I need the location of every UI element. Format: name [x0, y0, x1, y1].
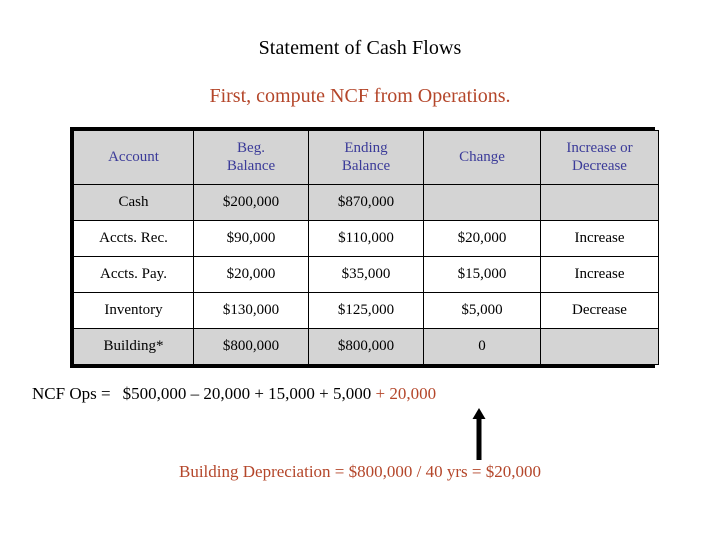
- cell-beg-balance: $800,000: [193, 328, 309, 365]
- cell-increase-decrease: [540, 328, 659, 365]
- up-arrow-icon: [468, 408, 490, 460]
- cell-account: Accts. Pay.: [73, 256, 194, 293]
- page-title: Statement of Cash Flows: [258, 37, 462, 59]
- column-header-beg-balance-line1: Beg.: [237, 139, 265, 156]
- cell-change: $15,000: [423, 256, 541, 293]
- column-header-account-line1: Account: [108, 148, 159, 165]
- cell-account: Cash: [73, 184, 194, 221]
- column-header-ending-balance: Ending Balance: [308, 130, 424, 185]
- cell-ending-balance: $800,000: [308, 328, 424, 365]
- column-header-change-line1: Change: [459, 148, 505, 165]
- ncf-ops-line: NCF Ops = $500,000 – 20,000 + 15,000 + 5,…: [32, 384, 436, 404]
- cell-beg-balance: $200,000: [193, 184, 309, 221]
- column-header-ending-balance-line1: Ending: [344, 139, 388, 156]
- table-header-row: Account Beg. Balance Ending Balance Chan…: [73, 130, 659, 185]
- table-row: Accts. Pay. $20,000 $35,000 $15,000 Incr…: [73, 256, 659, 293]
- column-header-change: Change: [423, 130, 541, 185]
- ncf-ops-expression-black: $500,000 – 20,000 + 15,000 + 5,000: [122, 384, 376, 403]
- cell-ending-balance: $125,000: [308, 292, 424, 329]
- cell-change: $5,000: [423, 292, 541, 329]
- column-header-beg-balance: Beg. Balance: [193, 130, 309, 185]
- cell-beg-balance: $20,000: [193, 256, 309, 293]
- cell-ending-balance: $110,000: [308, 220, 424, 257]
- table-row: Cash $200,000 $870,000: [73, 184, 659, 221]
- cash-flow-table: Account Beg. Balance Ending Balance Chan…: [73, 130, 659, 365]
- cell-ending-balance: $870,000: [308, 184, 424, 221]
- cell-increase-decrease: Decrease: [540, 292, 659, 329]
- cell-account: Inventory: [73, 292, 194, 329]
- column-header-increase-decrease-line1: Increase or: [566, 139, 633, 156]
- ncf-ops-expression-highlight: + 20,000: [375, 384, 437, 403]
- column-header-increase-decrease: Increase or Decrease: [540, 130, 659, 185]
- cash-flow-table-container: Account Beg. Balance Ending Balance Chan…: [70, 127, 659, 368]
- table-header: Account Beg. Balance Ending Balance Chan…: [73, 130, 659, 185]
- cell-ending-balance: $35,000: [308, 256, 424, 293]
- cell-change: $20,000: [423, 220, 541, 257]
- cell-beg-balance: $90,000: [193, 220, 309, 257]
- table-body: Cash $200,000 $870,000 Accts. Rec. $90,0…: [73, 184, 659, 365]
- column-header-account: Account: [73, 130, 194, 185]
- cell-account: Accts. Rec.: [73, 220, 194, 257]
- column-header-increase-decrease-line2: Decrease: [572, 157, 627, 174]
- cell-account: Building*: [73, 328, 194, 365]
- depreciation-footnote: Building Depreciation = $800,000 / 40 yr…: [179, 462, 541, 481]
- cell-change: 0: [423, 328, 541, 365]
- column-header-beg-balance-line2: Balance: [226, 157, 276, 174]
- cell-increase-decrease: Increase: [540, 220, 659, 257]
- ncf-ops-expression: $500,000 – 20,000 + 15,000 + 5,000 + 20,…: [123, 384, 437, 404]
- cell-increase-decrease: [540, 184, 659, 221]
- cell-beg-balance: $130,000: [193, 292, 309, 329]
- slide-canvas: Statement of Cash Flows First, compute N…: [0, 0, 720, 540]
- subtitle-text: First, compute NCF from Operations.: [209, 85, 511, 107]
- cell-change: [423, 184, 541, 221]
- cell-increase-decrease: Increase: [540, 256, 659, 293]
- table-row: Building* $800,000 $800,000 0: [73, 328, 659, 365]
- table-row: Inventory $130,000 $125,000 $5,000 Decre…: [73, 292, 659, 329]
- ncf-ops-label: NCF Ops =: [32, 384, 111, 403]
- table-row: Accts. Rec. $90,000 $110,000 $20,000 Inc…: [73, 220, 659, 257]
- column-header-ending-balance-line2: Balance: [341, 157, 391, 174]
